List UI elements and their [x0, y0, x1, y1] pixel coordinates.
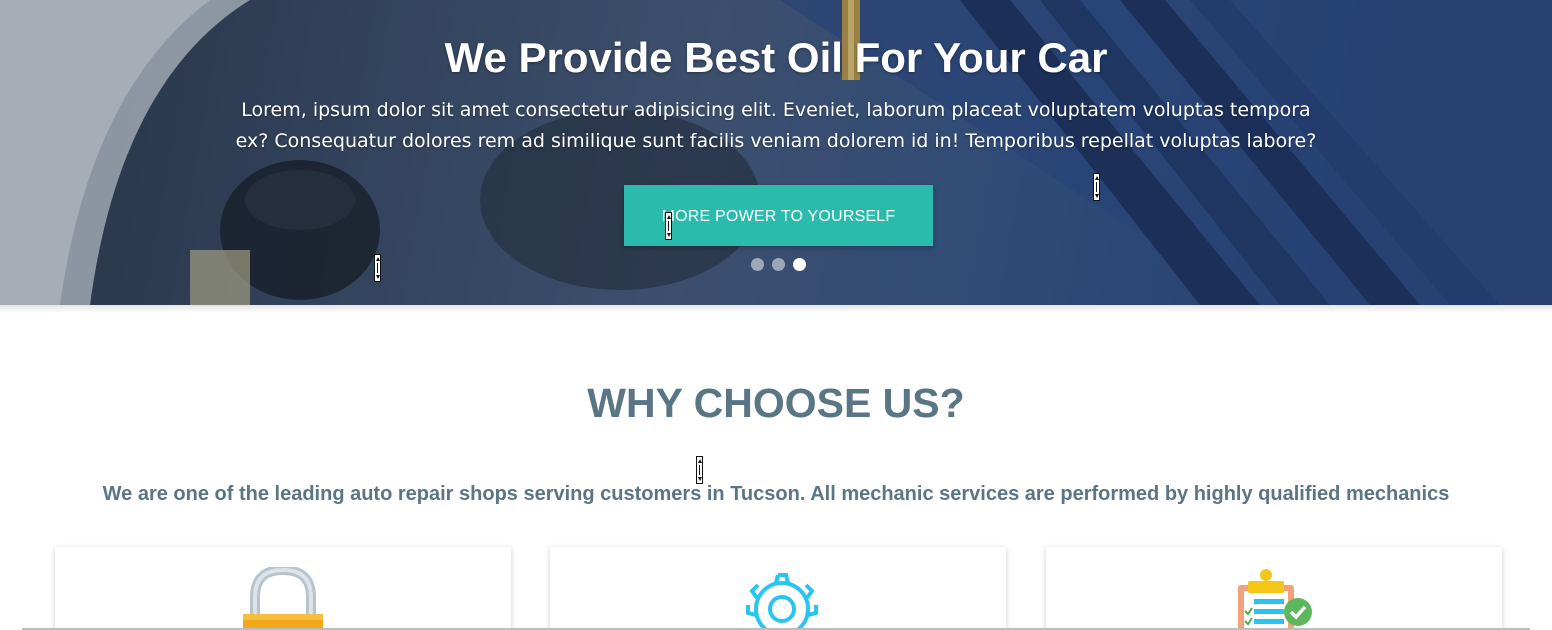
carousel-indicators [750, 258, 810, 272]
carousel-dot-2[interactable] [772, 258, 785, 271]
resize-cursor-icon [1093, 173, 1100, 201]
clipboard-check-icon [1238, 569, 1312, 630]
feature-card-2 [550, 547, 1006, 630]
hero-shadow [0, 305, 1552, 313]
section-title: WHY CHOOSE US? [587, 380, 965, 426]
hero-title: We Provide Best Oil For Your Car [444, 34, 1108, 81]
hero-description: Lorem, ipsum dolor sit amet consectetur … [235, 99, 1317, 152]
hero-carousel: We Provide Best Oil For Your Car Lorem, … [0, 0, 1552, 305]
section-subtitle: We are one of the leading auto repair sh… [102, 483, 1450, 505]
page: We Provide Best Oil For Your Car Lorem, … [0, 0, 1552, 630]
carousel-dot-1[interactable] [751, 258, 764, 271]
padlock-icon [243, 567, 323, 630]
carousel-dot-3[interactable] [793, 258, 806, 271]
gear-icon [746, 573, 818, 630]
resize-cursor-icon [374, 254, 381, 282]
resize-cursor-icon [665, 212, 672, 240]
feature-card-3 [1046, 547, 1502, 630]
feature-card-1 [55, 547, 511, 630]
